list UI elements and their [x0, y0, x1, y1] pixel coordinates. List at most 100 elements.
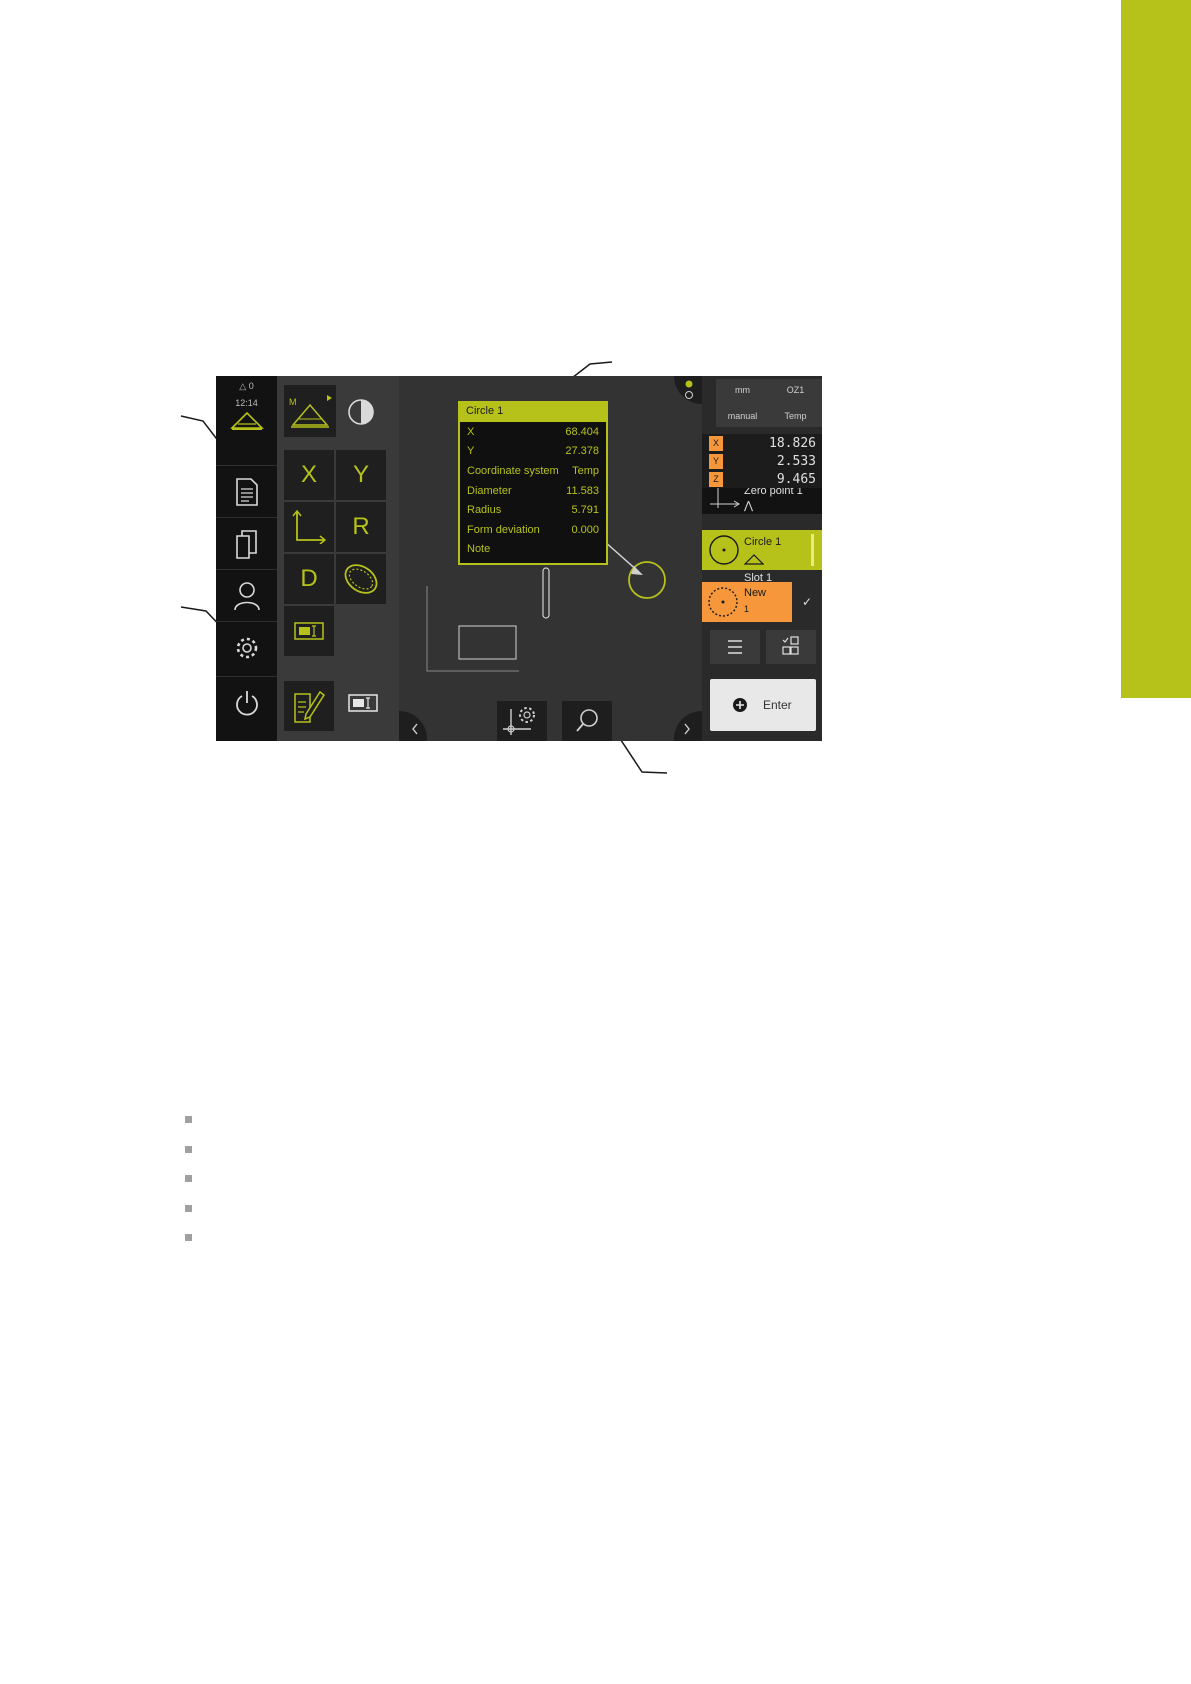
report-menu-button[interactable] [216, 465, 277, 518]
axis-distance-icon [292, 510, 326, 544]
crosshair-gear-icon [503, 707, 535, 735]
tool-d-button[interactable]: D [284, 554, 334, 604]
unit-button[interactable]: mm [716, 385, 769, 395]
callout-lines [180, 361, 668, 774]
form-ellipse-icon [344, 564, 378, 594]
warning-count-value: 0 [248, 381, 254, 391]
tool-distance-button[interactable] [284, 502, 334, 552]
feature-name: Slot 1 [744, 572, 773, 582]
warning-count: △ 0 [239, 381, 254, 391]
filter-button[interactable] [766, 630, 816, 664]
feature-name: Zero point 1 [744, 488, 803, 497]
annotation-overlay-button[interactable] [348, 693, 378, 718]
enter-label: Enter [763, 698, 792, 712]
new-feature-name: New [744, 587, 767, 599]
measure-icon [229, 411, 264, 430]
file-menu-button[interactable] [216, 517, 277, 570]
fit-circle-icon [708, 587, 738, 617]
chapter-tab [1121, 0, 1191, 698]
confirm-check-icon[interactable]: ✓ [792, 582, 822, 622]
row-label: Note [467, 543, 491, 556]
tool-y-button[interactable]: Y [336, 450, 386, 500]
row-label: Radius [467, 504, 502, 517]
note-edit-button[interactable] [284, 681, 334, 731]
measure-mode-button[interactable]: M [284, 385, 336, 437]
axis-y-label: Y [709, 454, 723, 469]
row-label: Diameter [467, 484, 512, 497]
checklist-grid-icon [782, 636, 799, 655]
power-menu-button[interactable] [216, 676, 277, 729]
popup-row-note[interactable]: Note [460, 540, 606, 560]
axis-x-value: 18.826 [769, 436, 816, 451]
axis-y-value: 2.533 [776, 454, 816, 469]
bullet [185, 1145, 192, 1153]
bullet-list [185, 1116, 192, 1264]
bullet [185, 1175, 192, 1182]
power-icon [235, 691, 258, 716]
row-label: Y [467, 445, 475, 458]
row-value: Temp [572, 464, 599, 477]
popup-row-y: Y 27.378 [460, 442, 606, 462]
tool-r-button[interactable]: R [336, 502, 386, 552]
popup-row-form-deviation: Form deviation 0.000 [460, 520, 606, 540]
axis-z-value: 9.465 [776, 472, 816, 487]
mode-letter: M [289, 397, 297, 407]
list-icon [728, 640, 742, 654]
tool-x-button[interactable]: X [284, 450, 334, 500]
row-value: 68.404 [565, 425, 599, 438]
feature-name: Circle 1 [744, 536, 782, 548]
tool-form-button[interactable] [336, 554, 386, 604]
contrast-button[interactable] [347, 398, 375, 431]
axis-z-label: Z [709, 472, 723, 487]
view-settings-button[interactable] [497, 701, 547, 741]
main-menu: △ 0 12:14 [216, 376, 277, 741]
settings-menu-button[interactable] [216, 621, 277, 674]
zero-point-icon [710, 488, 740, 508]
row-value: 0.000 [571, 523, 599, 536]
preset-button[interactable]: OZ1 [769, 385, 822, 395]
bullet [185, 1204, 192, 1212]
row-label: Coordinate system [467, 464, 559, 477]
row-value: 11.583 [566, 484, 599, 497]
feature-details-popup[interactable]: Circle 1 X 68.404 Y 27.378 Coordinate syst… [458, 401, 608, 565]
feature-item-zero-point[interactable]: Zero point 1 ⋀ [702, 488, 822, 514]
row-label: Form deviation [467, 523, 540, 536]
gear-icon [236, 637, 257, 659]
report-icon [235, 478, 258, 506]
enter-button[interactable]: Enter [710, 679, 816, 731]
measure-menu-button[interactable] [216, 394, 277, 446]
tool-palette: M X Y R D [277, 376, 399, 741]
popup-row-x: X 68.404 [460, 422, 606, 442]
position-display: X 18.826 Y 2.533 Z 9.465 [702, 434, 822, 488]
feature-item-slot[interactable]: Slot 1 [702, 570, 822, 582]
popup-row-radius: Radius 5.791 [460, 500, 606, 520]
measured-icon [744, 554, 764, 565]
new-feature-count: 1 [744, 604, 750, 614]
mode-button[interactable]: manual [716, 411, 769, 421]
feature-item-circle[interactable]: Circle 1 [702, 530, 822, 570]
feature-list-button[interactable] [710, 630, 760, 664]
annotation-tool-button[interactable] [284, 606, 334, 656]
bullet [185, 1116, 192, 1123]
plus-circle-icon [733, 698, 747, 712]
contrast-icon [348, 399, 374, 425]
bullet [185, 1234, 192, 1241]
popup-row-coordinate-system: Coordinate system Temp [460, 461, 606, 481]
search-icon [576, 709, 598, 732]
zoom-button[interactable] [562, 701, 612, 741]
measure-manual-icon: M [289, 395, 332, 428]
popup-row-diameter: Diameter 11.583 [460, 481, 606, 501]
coord-system-button[interactable]: Temp [769, 411, 822, 421]
file-icon [235, 530, 257, 559]
circle-feature-icon [709, 535, 739, 565]
row-value: 5.791 [571, 504, 599, 517]
annotation-overlay-icon [348, 694, 378, 712]
popup-title: Circle 1 [460, 403, 606, 422]
axis-x-label: X [709, 436, 723, 451]
inspector-panel: mm OZ1 manual Temp X 18.826 Y 2.533 Z 9.… [702, 376, 822, 741]
selection-bar [811, 534, 814, 566]
new-feature-item[interactable]: New 1 [702, 582, 792, 622]
constructed-icon: ⋀ [744, 500, 754, 512]
note-pencil-icon [294, 690, 326, 723]
user-menu-button[interactable] [216, 569, 277, 622]
